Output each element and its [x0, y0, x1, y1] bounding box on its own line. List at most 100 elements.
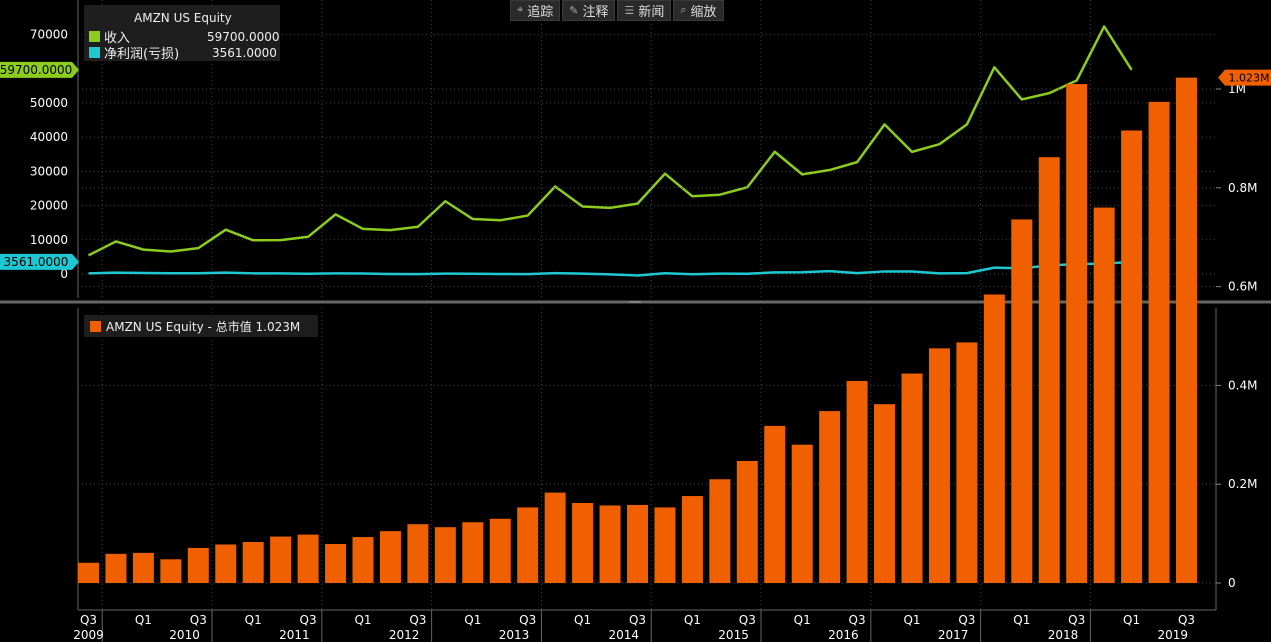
- quarter-tick-label: Q3: [1068, 613, 1085, 627]
- year-tick-label: 2017: [938, 628, 969, 642]
- quarter-tick-label: Q1: [574, 613, 591, 627]
- legend-net-income-value: 3561.0000: [212, 45, 277, 60]
- market-cap-bar: [379, 531, 401, 583]
- market-cap-bar: [297, 534, 319, 583]
- market-cap-bar: [132, 552, 154, 583]
- legend-top-title: AMZN US Equity: [134, 11, 232, 25]
- crosshair-icon: ⌖: [517, 3, 524, 16]
- quarter-tick-label: Q3: [519, 613, 536, 627]
- y-tick-label: 70000: [30, 28, 68, 42]
- legend-net-income[interactable]: 净利润(亏损) 3561.0000: [89, 43, 277, 62]
- y-tick-label: 0.8M: [1228, 181, 1257, 195]
- market-cap-bar: [1038, 157, 1060, 583]
- net-income-line: [88, 260, 1132, 277]
- y-tick-label: 50000: [30, 96, 68, 110]
- marker-label: 1.023M: [1229, 72, 1270, 85]
- market-cap-bar: [242, 541, 264, 583]
- quarter-tick-label: Q3: [958, 613, 975, 627]
- y-tick-label: 0.4M: [1228, 378, 1257, 392]
- market-cap-bar: [681, 496, 703, 583]
- news-icon: ☰: [624, 3, 635, 17]
- quarter-tick-label: Q1: [903, 613, 920, 627]
- net-income-swatch: [89, 47, 100, 58]
- market-cap-bar: [709, 479, 731, 583]
- market-cap-bar: [1093, 207, 1115, 583]
- year-tick-label: 2013: [499, 628, 530, 642]
- y-tick-label: 0.2M: [1228, 477, 1257, 491]
- toolbar-label: 新闻: [638, 4, 665, 20]
- market-cap-bar: [928, 348, 950, 583]
- year-tick-label: 2010: [169, 628, 200, 642]
- zoom-icon: ⌕: [680, 3, 687, 16]
- pencil-button[interactable]: ✎ 注释: [562, 0, 616, 21]
- market-cap-bar: [407, 524, 429, 583]
- toolbar-label: 缩放: [690, 4, 717, 20]
- news-button[interactable]: ☰ 新闻: [617, 0, 672, 21]
- quarter-tick-label: Q3: [409, 613, 426, 627]
- zoom-button[interactable]: ⌕ 缩放: [673, 0, 724, 21]
- market-cap-bar: [956, 342, 978, 583]
- year-tick-label: 2011: [279, 628, 310, 642]
- y-tick-label: 10000: [30, 233, 68, 247]
- quarter-tick-label: Q1: [1013, 613, 1030, 627]
- market-cap-bar: [599, 505, 621, 583]
- y-tick-label: 20000: [30, 199, 68, 213]
- y-tick-label: 0: [1228, 576, 1236, 590]
- legend-bottom[interactable]: AMZN US Equity - 总市值 1.023M: [84, 315, 318, 337]
- market-cap-bar: [1121, 130, 1143, 583]
- market-cap-bar: [846, 380, 868, 583]
- quarter-tick-label: Q1: [1123, 613, 1140, 627]
- year-tick-label: 2019: [1158, 628, 1189, 642]
- market-cap-bar: [544, 492, 566, 583]
- market-cap-bar: [654, 507, 676, 583]
- chart-toolbar: ⌖ 追踪 ✎ 注释 ☰ 新闻 ⌕ 缩放: [510, 0, 724, 21]
- market-cap-bar: [489, 518, 511, 583]
- market-cap-bar: [434, 527, 456, 583]
- market-cap-bar: [215, 544, 237, 583]
- toolbar-label: 注释: [582, 4, 609, 20]
- legend-revenue-value: 59700.0000: [207, 29, 280, 44]
- market-cap-bar: [78, 562, 99, 583]
- market-cap-bar: [517, 507, 539, 583]
- quarter-tick-label: Q1: [245, 613, 262, 627]
- quarter-tick-label: Q3: [1178, 613, 1195, 627]
- market-cap-bar: [874, 404, 896, 583]
- year-tick-label: 2015: [718, 628, 749, 642]
- market-cap-bar: [1066, 84, 1088, 583]
- market-cap-bar: [1011, 219, 1033, 583]
- market-cap-bar: [901, 373, 923, 583]
- market-cap-bar: [187, 547, 209, 583]
- market-cap-bar: [462, 522, 484, 583]
- quarter-tick-label: Q3: [629, 613, 646, 627]
- market-cap-bar: [105, 553, 127, 583]
- market-cap-bar: [819, 411, 841, 583]
- quarter-tick-label: Q1: [794, 613, 811, 627]
- year-tick-label: 2018: [1048, 628, 1079, 642]
- marker-label: 3561.0000: [4, 255, 69, 269]
- quarter-tick-label: Q3: [190, 613, 207, 627]
- legend-net-income-label: 净利润(亏损): [104, 47, 180, 62]
- market-cap-bar: [572, 502, 594, 583]
- legend-top: AMZN US Equity 收入 59700.0000 净利润(亏损) 356…: [84, 5, 280, 62]
- quarter-tick-label: Q1: [684, 613, 701, 627]
- crosshair-button[interactable]: ⌖ 追踪: [510, 0, 561, 21]
- market-cap-bar: [1176, 77, 1197, 583]
- toolbar-label: 追踪: [527, 4, 554, 20]
- quarter-tick-label: Q3: [300, 613, 317, 627]
- legend-bottom-label: AMZN US Equity - 总市值 1.023M: [106, 319, 301, 334]
- market-cap-bar: [352, 537, 374, 583]
- quarter-tick-label: Q1: [354, 613, 371, 627]
- market-cap-swatch: [90, 320, 101, 332]
- market-cap-bar: [325, 543, 347, 583]
- market-cap-bar: [160, 559, 182, 583]
- quarter-tick-label: Q1: [464, 613, 481, 627]
- year-tick-label: 2014: [609, 628, 640, 642]
- market-cap-bar: [736, 460, 758, 583]
- year-tick-label: 2009: [73, 628, 104, 642]
- y-tick-label: 40000: [30, 130, 68, 144]
- y-tick-label: 0.6M: [1228, 280, 1257, 294]
- marker-label: 59700.0000: [0, 63, 72, 77]
- market-cap-bar: [627, 504, 648, 583]
- year-tick-label: 2012: [389, 628, 420, 642]
- quarter-tick-label: Q3: [849, 613, 866, 627]
